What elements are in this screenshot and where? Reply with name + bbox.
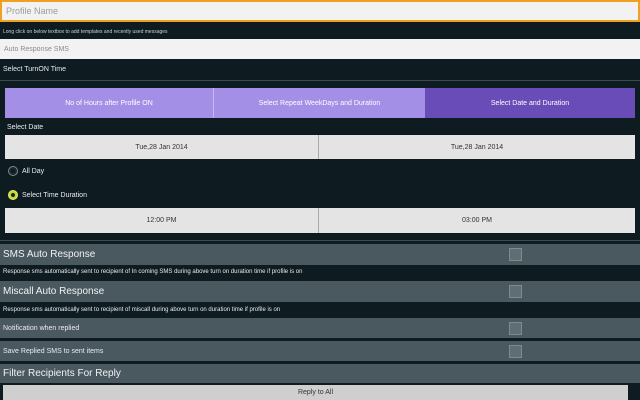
templates-hint: Long click on below textbox to add templ…	[3, 29, 168, 35]
profile-name-input[interactable]: Profile Name	[0, 0, 640, 22]
radio-all-day-button[interactable]	[8, 166, 18, 176]
turn-on-time-label: Select TurnON Time	[3, 66, 67, 73]
turn-on-mode-tabs: No of Hours after Profile ON Select Repe…	[5, 88, 635, 118]
tab-label: Select Date and Duration	[490, 99, 570, 107]
reply-to-all-label: Reply to All	[297, 389, 334, 396]
sms-auto-response-title: SMS Auto Response	[3, 249, 96, 260]
filter-recipients-title: Filter Recipients For Reply	[3, 368, 121, 379]
start-date-picker[interactable]: Tue,28 Jan 2014	[5, 135, 319, 159]
notification-when-replied-checkbox[interactable]	[509, 322, 522, 335]
miscall-auto-response-desc: Response sms automatically sent to recip…	[3, 307, 281, 313]
end-date-picker[interactable]: Tue,28 Jan 2014	[319, 135, 635, 159]
time-pickers: 12:00 PM 03:00 PM	[5, 208, 635, 233]
end-time-picker[interactable]: 03:00 PM	[319, 208, 635, 233]
tab-repeat-weekdays[interactable]: Select Repeat WeekDays and Duration	[214, 88, 425, 118]
end-time-value: 03:00 PM	[462, 217, 492, 224]
start-time-picker[interactable]: 12:00 PM	[5, 208, 319, 233]
save-replied-sms-checkbox[interactable]	[509, 345, 522, 358]
start-date-value: Tue,28 Jan 2014	[135, 143, 188, 151]
filter-recipients-header: Filter Recipients For Reply	[0, 364, 640, 383]
miscall-auto-response-row[interactable]: Miscall Auto Response	[0, 281, 640, 302]
radio-time-duration-button[interactable]	[8, 190, 18, 200]
tab-label: No of Hours after Profile ON	[65, 99, 153, 107]
select-date-label: Select Date	[7, 124, 44, 131]
start-time-value: 12:00 PM	[146, 217, 177, 224]
profile-name-placeholder: Profile Name	[6, 6, 59, 16]
radio-all-day[interactable]: All Day	[8, 166, 44, 176]
tab-label: Select Repeat WeekDays and Duration	[258, 99, 381, 107]
save-replied-sms-label: Save Replied SMS to sent items	[3, 347, 104, 355]
miscall-auto-response-title: Miscall Auto Response	[3, 286, 105, 297]
notification-when-replied-row[interactable]: Notification when replied	[0, 318, 640, 338]
notification-when-replied-label: Notification when replied	[3, 324, 80, 332]
auto-response-placeholder: Auto Response SMS	[4, 45, 69, 53]
sms-auto-response-row[interactable]: SMS Auto Response	[0, 244, 640, 265]
radio-time-duration[interactable]: Select Time Duration	[8, 190, 87, 200]
tab-date-and-duration[interactable]: Select Date and Duration	[425, 88, 635, 118]
reply-to-all-button[interactable]: Reply to All	[3, 385, 628, 400]
auto-response-sms-input[interactable]: Auto Response SMS	[0, 39, 640, 59]
tab-hours-after-profile-on[interactable]: No of Hours after Profile ON	[5, 88, 214, 118]
date-pickers: Tue,28 Jan 2014 Tue,28 Jan 2014	[5, 135, 635, 159]
end-date-value: Tue,28 Jan 2014	[450, 143, 504, 151]
radio-time-duration-label: Select Time Duration	[22, 191, 87, 199]
sms-auto-response-desc: Response sms automatically sent to recip…	[3, 269, 303, 275]
divider	[0, 240, 640, 241]
sms-auto-response-checkbox[interactable]	[509, 248, 522, 261]
miscall-auto-response-checkbox[interactable]	[509, 285, 522, 298]
divider	[0, 80, 640, 81]
save-replied-sms-row[interactable]: Save Replied SMS to sent items	[0, 341, 640, 361]
radio-all-day-label: All Day	[22, 167, 45, 175]
